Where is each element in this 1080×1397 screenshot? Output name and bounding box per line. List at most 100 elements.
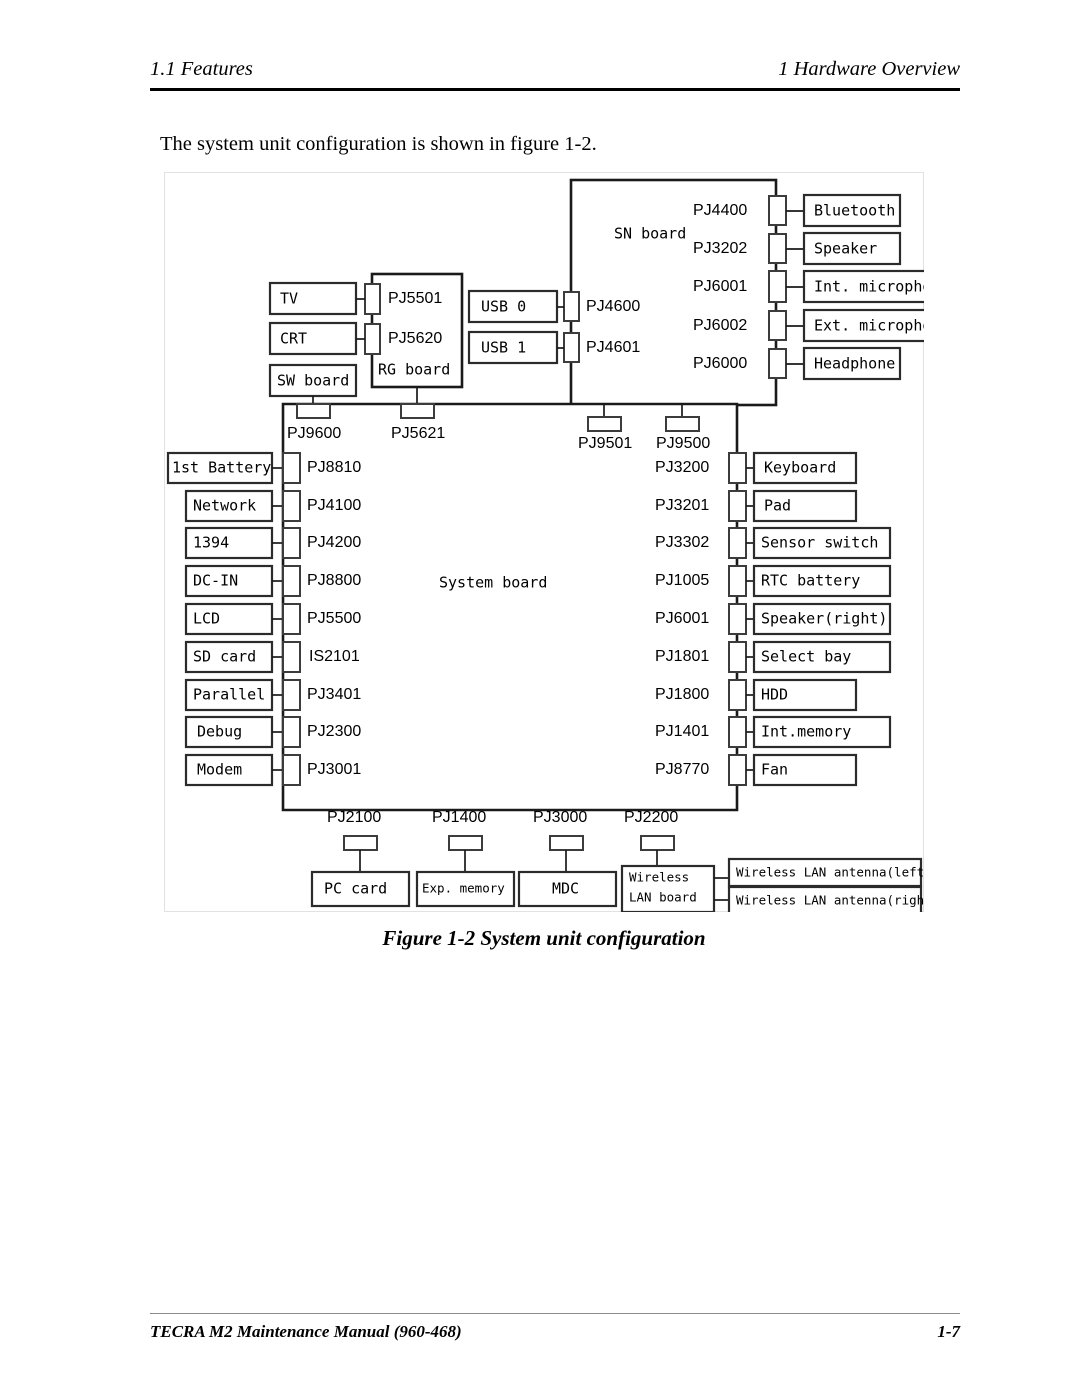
- connector-pj3201: [728, 490, 747, 522]
- connector-pj8800: [282, 565, 301, 597]
- connector-label-pj1800: PJ1800: [655, 686, 709, 703]
- connector-label-pj4600: PJ4600: [586, 298, 640, 315]
- connector-pj4601: [563, 332, 580, 363]
- connector-label-pj9600: PJ9600: [287, 425, 341, 442]
- sn-board-label: SN board: [614, 225, 686, 243]
- device-label-1394: 1394: [193, 534, 229, 552]
- connector-label-is2101: IS2101: [309, 648, 360, 665]
- connector-label-pj2100: PJ2100: [327, 809, 381, 826]
- device-label-speaker: Speaker: [814, 240, 877, 258]
- connector-label-pj6001: PJ6001: [655, 610, 709, 627]
- device-label-mdc: MDC: [552, 880, 579, 898]
- connector-pj9600: [296, 403, 331, 419]
- connector-pj3200: [728, 452, 747, 484]
- connector-label-pj8810: PJ8810: [307, 459, 361, 476]
- page-header: 1.1 Features 1 Hardware Overview: [150, 58, 960, 92]
- connector-label-pj5500: PJ5500: [307, 610, 361, 627]
- device-label-wireless-lan-antenna-left: Wireless LAN antenna(left): [736, 865, 924, 880]
- connector-label-pj1801: PJ1801: [655, 648, 709, 665]
- connector-label-pj1005: PJ1005: [655, 572, 709, 589]
- connector-label-pj3302: PJ3302: [655, 534, 709, 551]
- connector-label-pj2300: PJ2300: [307, 723, 361, 740]
- connector-pj2300: [282, 716, 301, 748]
- connector-label-pj9500: PJ9500: [656, 435, 710, 452]
- connector-label-pj3201: PJ3201: [655, 497, 709, 514]
- connector-label-pj8770: PJ8770: [655, 761, 709, 778]
- connector-pj4200: [282, 527, 301, 559]
- connector-label-pj1400: PJ1400: [432, 809, 486, 826]
- connector-pj1400: [448, 835, 483, 851]
- device-label-pad: Pad: [764, 497, 791, 515]
- device-label-sensor-switch: Sensor switch: [761, 534, 878, 552]
- device-label-select-bay: Select bay: [761, 648, 851, 666]
- connector-pj8770: [728, 754, 747, 786]
- header-section-label: 1.1 Features: [150, 58, 253, 80]
- device-label-wireless-lan-board-line1: Wireless: [629, 870, 689, 885]
- connector-label-pj6002: PJ6002: [693, 317, 747, 334]
- connector-label-pj5621: PJ5621: [391, 425, 445, 442]
- connector-pj6001-sn: [768, 270, 787, 303]
- connector-label-pj5620: PJ5620: [388, 330, 442, 347]
- connector-label-pj8800: PJ8800: [307, 572, 361, 589]
- connector-pj6000: [768, 348, 787, 379]
- connector-pj3001: [282, 754, 301, 786]
- connector-pj4600: [563, 291, 580, 322]
- connector-pj2100: [343, 835, 378, 851]
- connector-is2101: [282, 641, 301, 673]
- connector-pj1401: [728, 716, 747, 748]
- device-label-modem: Modem: [197, 761, 242, 779]
- device-label-usb-0: USB 0: [481, 298, 526, 316]
- connector-pj5620: [364, 323, 381, 355]
- device-label-network: Network: [193, 497, 256, 515]
- connector-label-pj3200: PJ3200: [655, 459, 709, 476]
- connector-pj2200: [640, 835, 675, 851]
- device-label-debug: Debug: [197, 723, 242, 741]
- figure-caption: Figure 1-2 System unit configuration: [382, 926, 706, 950]
- device-label-hdd: HDD: [761, 686, 788, 704]
- connector-label-pj6001-sn: PJ6001: [693, 278, 747, 295]
- rg-board-label: RG board: [378, 361, 450, 379]
- device-label-sd-card: SD card: [193, 648, 256, 666]
- device-label-usb-1: USB 1: [481, 339, 526, 357]
- connector-label-pj6000: PJ6000: [693, 355, 747, 372]
- device-label-wireless-lan-board-line2: LAN board: [629, 890, 697, 905]
- connector-pj3000: [549, 835, 584, 851]
- connector-label-pj3202: PJ3202: [693, 240, 747, 257]
- connector-label-pj3000: PJ3000: [533, 809, 587, 826]
- footer-divider: [150, 1313, 960, 1314]
- connector-label-pj2200: PJ2200: [624, 809, 678, 826]
- connector-pj9500: [665, 416, 700, 432]
- connector-label-pj3401: PJ3401: [307, 686, 361, 703]
- connector-pj1800: [728, 679, 747, 711]
- connector-label-pj3001: PJ3001: [307, 761, 361, 778]
- footer-page-number: 1-7: [937, 1322, 960, 1341]
- connector-label-pj1401: PJ1401: [655, 723, 709, 740]
- connector-pj8810: [282, 452, 301, 484]
- device-label-rtc-battery: RTC battery: [761, 572, 860, 590]
- page-footer: TECRA M2 Maintenance Manual (960-468) 1-…: [150, 1322, 960, 1350]
- device-label-speaker-right: Speaker(right): [761, 610, 887, 628]
- connector-label-pj4601: PJ4601: [586, 339, 640, 356]
- connector-pj3202: [768, 233, 787, 264]
- device-label-headphone: Headphone: [814, 355, 895, 373]
- connector-label-pj9501: PJ9501: [578, 435, 632, 452]
- system-unit-configuration-diagram: SN board PJ4600 PJ4601 USB 0 USB 1 PJ440…: [164, 172, 924, 912]
- connector-pj3302: [728, 527, 747, 559]
- device-label-keyboard: Keyboard: [764, 459, 836, 477]
- connector-label-pj5501: PJ5501: [388, 290, 442, 307]
- device-label-int-microphone: Int. microphone: [814, 278, 924, 296]
- device-label-dc-in: DC-IN: [193, 572, 238, 590]
- device-label-fan: Fan: [761, 761, 788, 779]
- device-label-sw-board: SW board: [277, 372, 349, 390]
- device-label-bluetooth: Bluetooth: [814, 202, 895, 220]
- connector-pj6002: [768, 310, 787, 341]
- connector-pj1005: [728, 565, 747, 597]
- device-label-tv: TV: [280, 290, 298, 308]
- device-label-exp-memory: Exp. memory: [422, 881, 505, 896]
- connector-pj9501: [587, 416, 622, 432]
- connector-label-pj4400: PJ4400: [693, 202, 747, 219]
- connector-label-pj4200: PJ4200: [307, 534, 361, 551]
- connector-pj5501: [364, 283, 381, 315]
- connector-pj1801: [728, 641, 747, 673]
- header-divider: [150, 88, 960, 91]
